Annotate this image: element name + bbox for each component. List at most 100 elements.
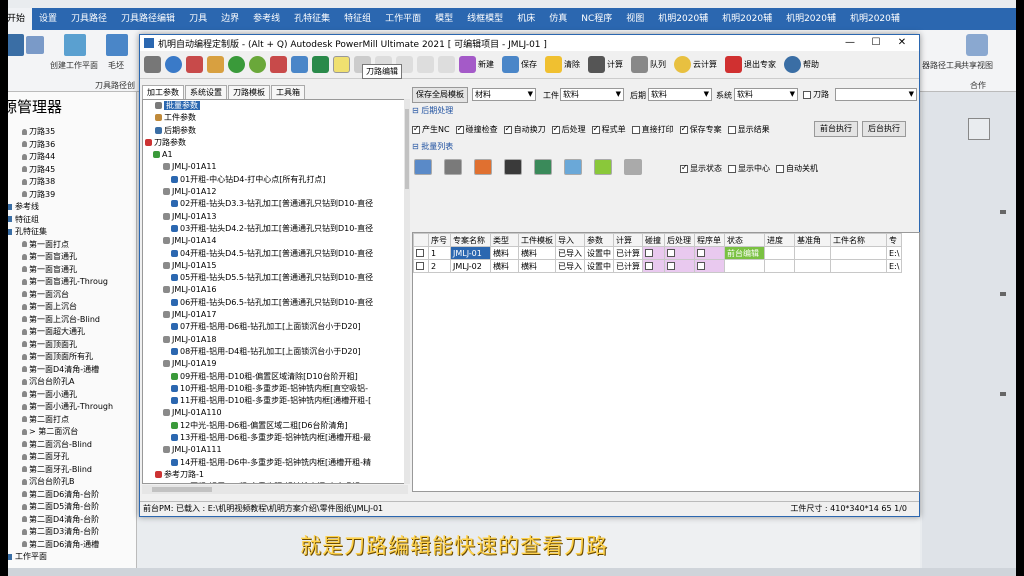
checkbox[interactable] bbox=[551, 124, 560, 134]
foreground-exec-button[interactable]: 前台执行 bbox=[814, 121, 858, 137]
dialog-titlebar[interactable]: 机明自动编程定制版 - (Alt + Q) Autodesk PowerMill… bbox=[140, 35, 919, 51]
column-header[interactable]: 专案名称 bbox=[450, 233, 491, 247]
calc-button[interactable]: 计算 bbox=[607, 59, 623, 70]
picture-icon[interactable] bbox=[564, 159, 582, 175]
clear-button[interactable]: 清除 bbox=[564, 59, 580, 70]
tree-node[interactable]: 08开粗-铝用-D4粗-钻孔加工[上面锁沉台小于D20] bbox=[143, 346, 404, 358]
ribbon-tab[interactable]: 机明2020辅 bbox=[651, 8, 715, 30]
close-icon[interactable]: ✕ bbox=[889, 35, 915, 51]
new-icon[interactable] bbox=[459, 56, 476, 73]
explorer-item[interactable]: 第二面D5清角-台阶 bbox=[0, 501, 136, 514]
cloud-button[interactable]: 云计算 bbox=[693, 59, 717, 70]
view-cube-icon[interactable] bbox=[968, 118, 990, 140]
create-workplane-label[interactable]: 创建工作平面 bbox=[50, 60, 98, 71]
tree-node[interactable]: 14开粗-铝用-D6中-多重步距-铝钟铣内框[通槽开粗-精 bbox=[143, 457, 404, 469]
tree-node[interactable]: JMLJ-01A15 bbox=[143, 260, 404, 272]
tree-node[interactable]: 参考刀路-1 bbox=[143, 469, 404, 481]
tool-icon[interactable] bbox=[186, 56, 203, 73]
tree-node[interactable]: 09开粗-铝用-D10粗-偏置区域清除[D10台阶开粗] bbox=[143, 371, 404, 383]
tree-node[interactable]: 15开粗-铝用-D6粗-多重步距-铝钟铣内框[直空吸铝... bbox=[143, 481, 404, 483]
checkbox[interactable] bbox=[728, 164, 736, 173]
checkbox[interactable] bbox=[455, 124, 464, 134]
delete-icon[interactable] bbox=[474, 159, 492, 175]
tree-node[interactable]: 批量参数 bbox=[143, 100, 404, 112]
exit-icon[interactable] bbox=[725, 56, 742, 73]
column-header[interactable]: 后处理 bbox=[664, 233, 695, 247]
explorer-item[interactable]: 第一面盲通孔-Throug bbox=[0, 276, 136, 289]
check-icon[interactable] bbox=[594, 159, 612, 175]
checkbox[interactable] bbox=[631, 125, 640, 134]
globe-icon[interactable] bbox=[165, 56, 182, 73]
column-header[interactable]: 基准角 bbox=[794, 233, 831, 247]
ribbon-tab[interactable]: 参考线 bbox=[246, 8, 287, 30]
checkbox[interactable] bbox=[503, 124, 512, 134]
tree-node[interactable]: JMLJ-01A13 bbox=[143, 211, 404, 223]
table-row[interactable]: 2 JMLJ-02 横料 横料 已导入 设置中 已计算 E:\ bbox=[413, 259, 903, 273]
tree-node[interactable]: 后期参数 bbox=[143, 125, 404, 137]
tree-node[interactable]: JMLJ-01A16 bbox=[143, 284, 404, 296]
param-tree[interactable]: 批量参数 工件参数 后期参数 刀路参数 A1 JMLJ-01A11 01开粗-中心钻D4-打… bbox=[142, 99, 405, 484]
share-view-icon[interactable] bbox=[966, 34, 988, 56]
checkbox[interactable] bbox=[776, 164, 784, 173]
tree-node[interactable]: 11开粗-铝用-D10粗-多重步距-铝钟铣内框[通槽开粗-[ bbox=[143, 395, 404, 407]
option-checkbox[interactable]: 后处理 bbox=[551, 124, 586, 134]
cell-checkbox[interactable] bbox=[667, 249, 675, 257]
tree-node[interactable]: JMLJ-01A12 bbox=[143, 186, 404, 198]
explorer-item[interactable]: 第二面D6清角-台阶 bbox=[0, 489, 136, 502]
explorer-item[interactable]: 第一面盲通孔 bbox=[0, 264, 136, 277]
gear-green-icon[interactable] bbox=[249, 56, 266, 73]
cell-checkbox[interactable] bbox=[697, 262, 705, 270]
tree-hscroll[interactable] bbox=[142, 485, 408, 494]
explorer-item[interactable]: 第二面打点 bbox=[0, 414, 136, 427]
option-checkbox[interactable]: 显示状态 bbox=[680, 163, 722, 173]
explorer-item[interactable]: 第一面上沉台 bbox=[0, 301, 136, 314]
calc-icon[interactable] bbox=[588, 56, 605, 73]
save-button[interactable]: 保存 bbox=[521, 59, 537, 70]
explorer-item[interactable]: 第一面超大通孔 bbox=[0, 326, 136, 339]
explorer-item[interactable]: 沉台台阶孔B bbox=[0, 476, 136, 489]
checkbox[interactable] bbox=[680, 163, 688, 173]
batch-grid[interactable]: 序号 专案名称 类型 工件模板 导入 参数 计算 碰撞 后处理 程序单 状态 进度 基准角 工件名称专 1 J… bbox=[412, 232, 920, 492]
column-header[interactable]: 类型 bbox=[490, 233, 519, 247]
ribbon-tab[interactable]: 刀具路径 bbox=[64, 8, 114, 30]
tree-node[interactable]: 04开粗-钻头D4.5-钻孔加工[普通通孔只钻到D10-直径 bbox=[143, 248, 404, 260]
left-tab[interactable]: 刀路模板 bbox=[228, 85, 270, 99]
system-combo[interactable]: 软料 ▼ bbox=[734, 88, 798, 101]
settings-icon[interactable] bbox=[144, 56, 161, 73]
tree-node[interactable]: JMLJ-01A11 bbox=[143, 161, 404, 173]
option-checkbox[interactable]: 自动关机 bbox=[776, 164, 818, 173]
ribbon-tab[interactable]: 工作平面 bbox=[378, 8, 428, 30]
tool-checkbox[interactable]: 刀路 bbox=[803, 89, 829, 100]
last-icon[interactable] bbox=[438, 56, 455, 73]
tree-node[interactable]: JMLJ-01A111 bbox=[143, 444, 404, 456]
tree-node[interactable]: JMLJ-01A110 bbox=[143, 407, 404, 419]
explorer-item[interactable]: 刀路44 bbox=[0, 151, 136, 164]
checkbox[interactable] bbox=[412, 124, 420, 134]
tool-combo[interactable]: ▼ bbox=[835, 88, 917, 101]
cell-checkbox[interactable] bbox=[645, 249, 653, 257]
option-checkbox[interactable]: 显示中心 bbox=[728, 164, 770, 173]
pencil-icon[interactable] bbox=[207, 56, 224, 73]
scroll-thumb[interactable] bbox=[405, 109, 409, 189]
queue-button[interactable]: 队列 bbox=[650, 59, 666, 70]
explorer-item[interactable]: 第一面D4清角-通槽 bbox=[0, 364, 136, 377]
post-process-section[interactable]: ⊟ 后期处理 bbox=[412, 105, 453, 116]
column-header[interactable]: 序号 bbox=[428, 233, 451, 247]
explorer-item[interactable]: 第一面盲通孔 bbox=[0, 251, 136, 264]
column-header[interactable]: 程序单 bbox=[694, 233, 725, 247]
explorer-item[interactable]: 第二面沉台-Blind bbox=[0, 439, 136, 452]
ribbon-tab[interactable]: 机明2020辅 bbox=[779, 8, 843, 30]
explorer-item[interactable]: 孔特征集 bbox=[0, 226, 136, 239]
ribbon-tab[interactable]: 刀具 bbox=[182, 8, 214, 30]
explorer-item[interactable]: 刀路38 bbox=[0, 176, 136, 189]
new-button[interactable]: 新建 bbox=[478, 59, 494, 70]
tree-node[interactable]: JMLJ-01A14 bbox=[143, 235, 404, 247]
column-header[interactable]: 工件模板 bbox=[518, 233, 556, 247]
explorer-item[interactable]: 刀路45 bbox=[0, 164, 136, 177]
tree-node[interactable]: 10开粗-铝用-D10粗-多重步距-铝钟铣内框[直空吸铝- bbox=[143, 383, 404, 395]
explorer-item[interactable]: 工作平面 bbox=[0, 551, 136, 564]
row-checkbox[interactable] bbox=[416, 262, 424, 270]
tool-check[interactable] bbox=[803, 90, 811, 99]
ribbon-tab[interactable]: 孔特征集 bbox=[287, 8, 337, 30]
batch-section[interactable]: ⊟ 批量列表 bbox=[412, 141, 453, 152]
